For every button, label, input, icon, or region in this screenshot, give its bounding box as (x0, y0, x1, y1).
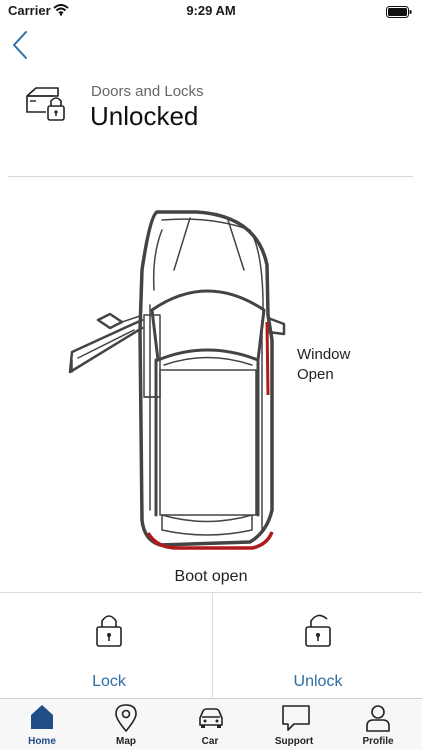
car-top-view-diagram (62, 210, 292, 560)
tab-bar: Home Map Car Support Profile (0, 698, 422, 750)
tab-map[interactable]: Map (84, 699, 168, 750)
tab-profile-label: Profile (362, 736, 394, 747)
tab-map-label: Map (116, 736, 136, 747)
status-bar: Carrier 9:29 AM (0, 0, 422, 24)
section-subtitle: Doors and Locks (91, 83, 204, 100)
back-button[interactable] (8, 28, 34, 62)
boot-open-label: Boot open (174, 568, 248, 585)
chat-icon (282, 704, 310, 737)
unlock-icon (305, 611, 335, 652)
tab-home[interactable]: Home (0, 699, 84, 750)
map-pin-icon (114, 704, 138, 737)
unlock-button[interactable]: Unlock (212, 593, 422, 699)
home-icon (30, 704, 54, 735)
door-lock-icon (24, 82, 70, 127)
lock-status-title: Unlocked (90, 101, 199, 131)
divider (8, 176, 413, 177)
open-window-indicator (265, 321, 270, 396)
lock-actions: Lock Unlock (0, 592, 422, 699)
tab-car[interactable]: Car (168, 699, 252, 750)
profile-icon (366, 704, 390, 737)
unlock-label: Unlock (293, 673, 343, 690)
lock-button[interactable]: Lock (4, 593, 214, 699)
tab-profile[interactable]: Profile (336, 699, 420, 750)
window-open-label: Window Open (297, 346, 351, 383)
tab-support-label: Support (274, 736, 314, 747)
tab-home-label: Home (28, 736, 56, 747)
tab-car-label: Car (201, 736, 219, 747)
tab-support[interactable]: Support (252, 699, 336, 750)
battery-icon (386, 5, 412, 23)
lock-label: Lock (92, 673, 126, 690)
lock-icon (96, 611, 122, 652)
clock: 9:29 AM (186, 3, 236, 18)
car-icon (198, 704, 224, 735)
chevron-left-icon (13, 31, 27, 59)
